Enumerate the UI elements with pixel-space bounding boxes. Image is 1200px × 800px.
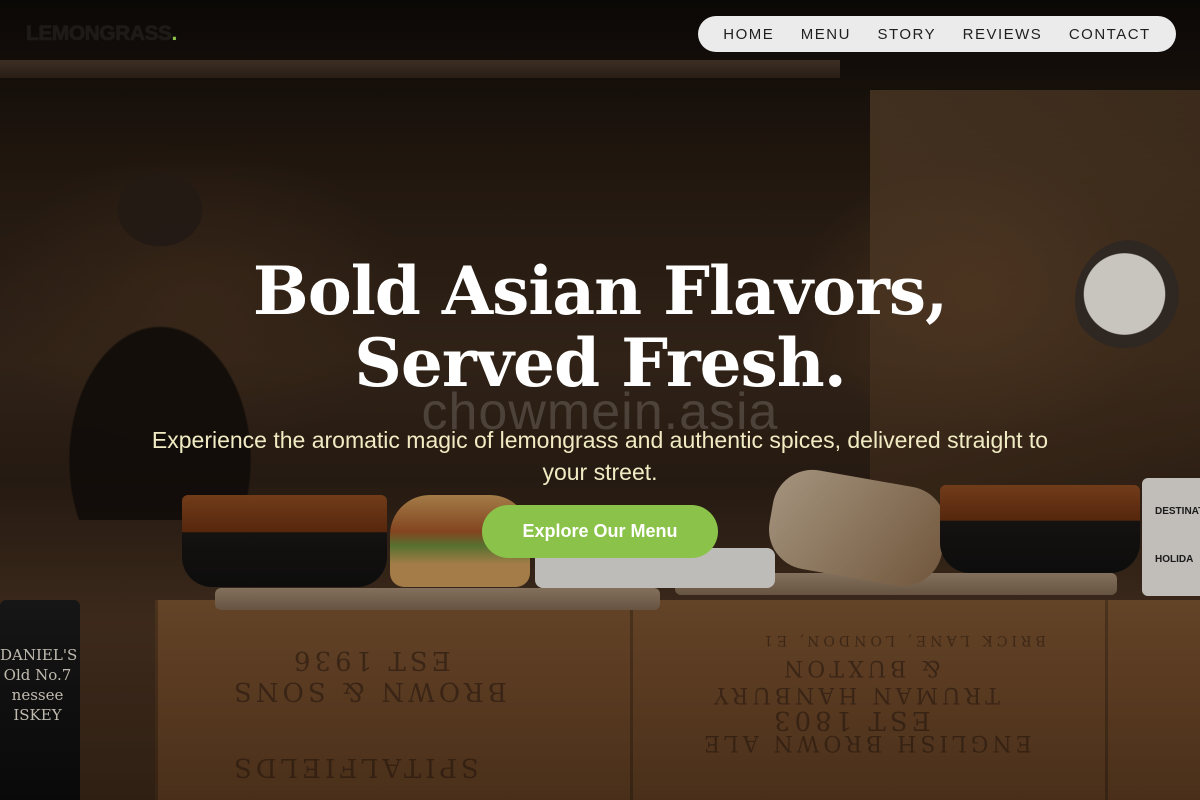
brand-name: LEMONGRASS <box>26 22 172 45</box>
hero-title: Bold Asian Flavors, Served Fresh. <box>0 255 1200 399</box>
brand-dot: . <box>171 22 178 45</box>
nav-menu[interactable]: MENU <box>801 26 851 43</box>
nav-home[interactable]: HOME <box>723 26 774 43</box>
hero-subtitle: Experience the aromatic magic of lemongr… <box>151 427 1049 485</box>
main-navigation: HOME MENU STORY REVIEWS CONTACT <box>698 16 1176 52</box>
hero-title-line: Bold Asian Flavors, <box>252 252 948 330</box>
explore-menu-button[interactable]: Explore Our Menu <box>482 505 718 558</box>
brand-logo[interactable]: LEMONGRASS. <box>26 22 177 46</box>
nav-contact[interactable]: CONTACT <box>1069 26 1151 43</box>
nav-reviews[interactable]: REVIEWS <box>963 26 1043 43</box>
nav-story[interactable]: STORY <box>877 26 936 43</box>
